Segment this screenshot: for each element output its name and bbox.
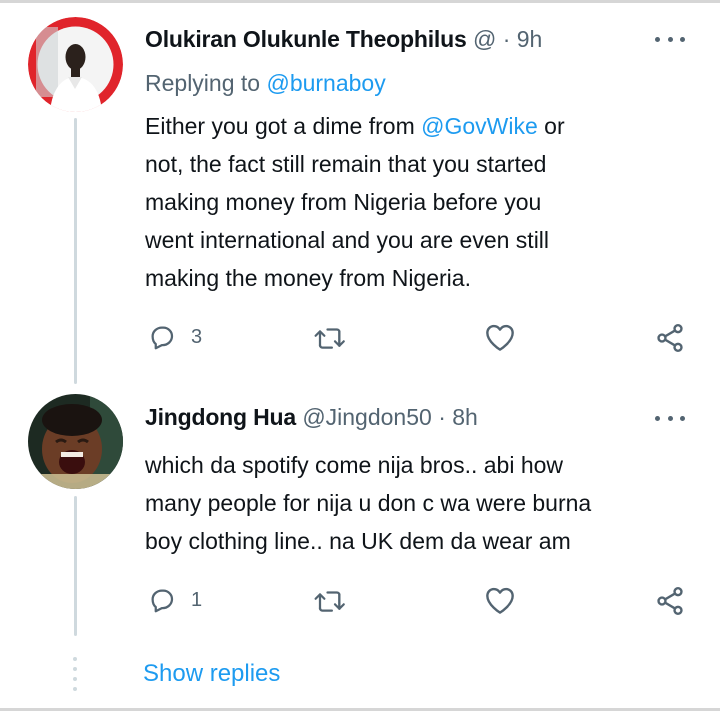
heart-icon bbox=[486, 324, 514, 351]
mention-link[interactable]: @GovWike bbox=[421, 113, 538, 139]
top-divider bbox=[0, 0, 720, 3]
tweet-2-header: Jingdong Hua @Jingdon50 · 8h bbox=[145, 402, 478, 432]
timestamp[interactable]: 9h bbox=[517, 26, 543, 52]
separator: · bbox=[438, 404, 446, 430]
replying-prefix: Replying to bbox=[145, 70, 261, 96]
retweet-button[interactable] bbox=[313, 322, 347, 352]
show-replies-link[interactable]: Show replies bbox=[143, 659, 280, 689]
replying-handle-link[interactable]: @burnaboy bbox=[266, 70, 385, 96]
thread-continuation-dots bbox=[73, 657, 77, 697]
reply-count: 1 bbox=[191, 588, 203, 611]
author-name[interactable]: Jingdong Hua bbox=[145, 404, 296, 430]
tweet-text-line: not, the fact still remain that you star… bbox=[145, 151, 547, 177]
reply-count: 3 bbox=[191, 325, 203, 348]
tweet-1-header: Olukiran Olukunle Theophilus @ · 9h bbox=[145, 24, 542, 54]
tweet-text-line: many people for nija u don c wa were bur… bbox=[145, 490, 592, 516]
thread-line-2 bbox=[74, 496, 77, 636]
retweet-icon bbox=[314, 328, 345, 349]
author-name[interactable]: Olukiran Olukunle Theophilus bbox=[145, 26, 467, 52]
share-button[interactable] bbox=[654, 585, 686, 617]
tweet-text-line: boy clothing line.. na UK dem da wear am bbox=[145, 528, 571, 554]
thread-line-1 bbox=[74, 118, 77, 384]
tweet-text-line: making money from Nigeria before you bbox=[145, 189, 542, 215]
tweet-text-line: Either you got a dime from @GovWike or bbox=[145, 107, 565, 145]
user-avatar-man-white-shirt-icon bbox=[28, 17, 123, 112]
separator: · bbox=[502, 26, 511, 52]
tweet-text-line: went international and you are even stil… bbox=[145, 227, 550, 253]
user-avatar-laughing-face-icon bbox=[28, 394, 123, 489]
like-button[interactable] bbox=[484, 585, 516, 615]
heart-icon bbox=[486, 587, 514, 614]
timestamp[interactable]: 8h bbox=[452, 404, 478, 430]
more-dots-icon[interactable] bbox=[655, 29, 685, 49]
tweet-text-line: making the money from Nigeria. bbox=[145, 265, 471, 291]
replying-to: Replying to @burnaboy bbox=[145, 68, 386, 98]
tweet-text-segment: Either you got a dime from bbox=[145, 113, 415, 139]
retweet-button[interactable] bbox=[313, 585, 347, 615]
reply-button[interactable]: 1 bbox=[147, 585, 202, 615]
author-handle[interactable]: @Jingdon50 bbox=[302, 404, 432, 430]
tweet-1-text: Either you got a dime from @GovWike or n… bbox=[145, 107, 565, 297]
more-dots-icon[interactable] bbox=[655, 408, 685, 428]
avatar-tweet-2[interactable] bbox=[28, 394, 123, 489]
author-handle[interactable]: @ bbox=[473, 26, 496, 52]
tweet-2-text: which da spotify come nija bros.. abi ho… bbox=[145, 446, 591, 560]
retweet-icon bbox=[314, 591, 345, 612]
reply-bubble-icon bbox=[151, 589, 174, 613]
share-button[interactable] bbox=[654, 322, 686, 354]
like-button[interactable] bbox=[484, 322, 516, 352]
tweet-text-segment: or bbox=[537, 113, 565, 139]
bottom-divider bbox=[0, 708, 720, 711]
share-icon bbox=[657, 324, 683, 352]
tweet-text-line: which da spotify come nija bros.. abi ho… bbox=[145, 452, 564, 478]
avatar-tweet-1[interactable] bbox=[28, 17, 123, 112]
reply-bubble-icon bbox=[151, 326, 174, 350]
reply-button[interactable]: 3 bbox=[147, 322, 202, 352]
share-icon bbox=[657, 587, 683, 615]
